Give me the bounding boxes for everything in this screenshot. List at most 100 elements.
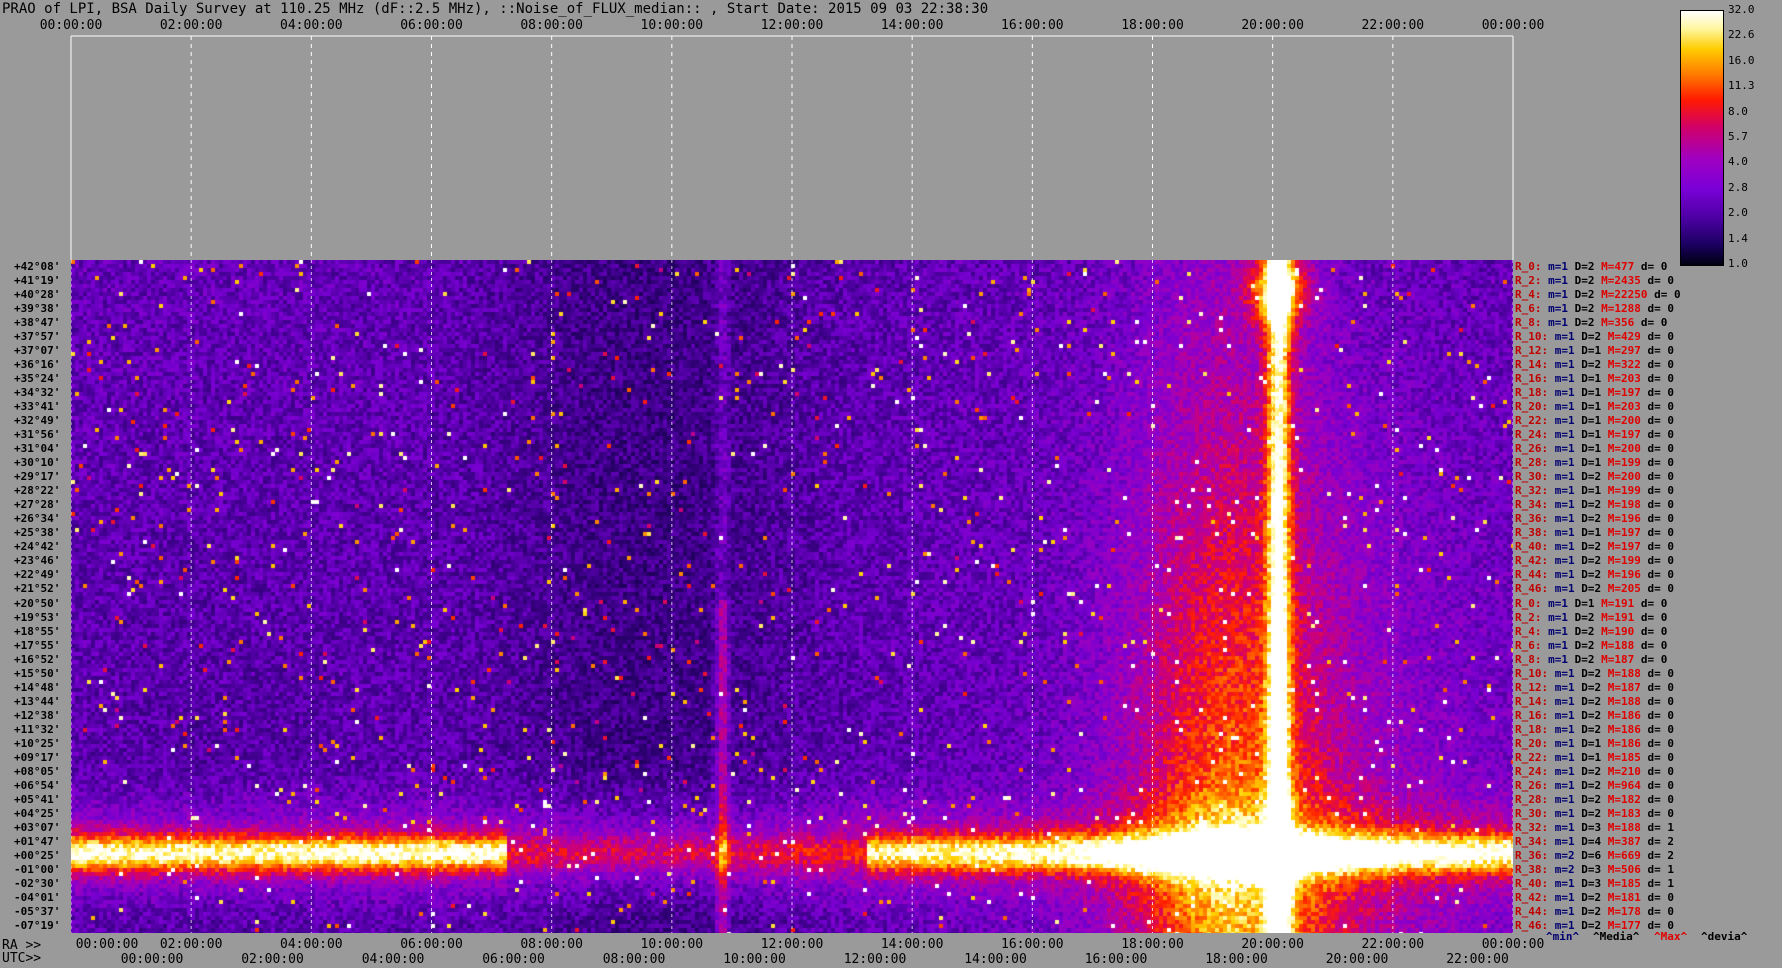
row-stat-m-max: M=181 <box>1607 890 1641 904</box>
row-stat-m: m=1 <box>1554 442 1575 456</box>
declination-label: +04°25' <box>14 806 61 820</box>
row-stat: R_26: m=1 D=2 M=964 d= 0 <box>1515 779 1674 792</box>
row-stat-m-max: M=186 <box>1607 736 1641 750</box>
declination-label: +39°38' <box>14 302 61 316</box>
row-stat-m: m=1 <box>1548 610 1568 624</box>
top-axis-tick: 12:00:00 <box>760 18 824 33</box>
row-stat: R_2: m=1 D=2 M=2435 d= 0 <box>1515 274 1674 287</box>
row-stat-r: R_38: <box>1515 526 1549 540</box>
colorbar-tick-label: 5.7 <box>1728 130 1748 143</box>
declination-label: +34°32' <box>14 386 61 400</box>
row-stat-d: d= 2 <box>1647 848 1675 862</box>
top-axis-tick: 20:00:00 <box>1241 18 1304 33</box>
row-stat-d: d= 0 <box>1647 890 1675 904</box>
colorbar-tick-label: 32.0 <box>1728 3 1755 16</box>
heatmap-plot <box>71 260 1513 933</box>
row-stat: R_4: m=1 D=2 M=190 d= 0 <box>1515 625 1667 638</box>
row-stat-d: D=2 <box>1581 778 1602 792</box>
row-stat-m-max: M=297 <box>1607 344 1641 358</box>
row-stat-m: m=1 <box>1554 344 1575 358</box>
row-stat-m: m=1 <box>1554 666 1575 680</box>
row-stat-d: d= 0 <box>1647 302 1675 316</box>
row-stat-d: D=3 <box>1581 876 1602 890</box>
row-stat-d: D=2 <box>1581 890 1602 904</box>
top-axis-tick: 00:00:00 <box>39 18 103 33</box>
row-stat-r: R_18: <box>1515 722 1549 736</box>
row-stat-d: d= 0 <box>1647 372 1675 386</box>
row-stat-d: D=2 <box>1581 904 1602 918</box>
row-stat-r: R_14: <box>1515 358 1549 372</box>
row-stat-m-max: M=178 <box>1607 904 1641 918</box>
row-stat-m: m=1 <box>1554 400 1575 414</box>
declination-label: +00°25' <box>14 848 61 862</box>
row-stat: R_2: m=1 D=2 M=191 d= 0 <box>1515 611 1667 624</box>
row-stat: R_38: m=1 D=1 M=197 d= 0 <box>1515 526 1674 539</box>
row-stat: R_6: m=1 D=2 M=188 d= 0 <box>1515 639 1667 652</box>
row-stat-m-max: M=187 <box>1601 652 1635 666</box>
row-stat-r: R_24: <box>1515 764 1549 778</box>
row-stat-m: m=1 <box>1554 834 1575 848</box>
row-stat-m-max: M=188 <box>1607 666 1641 680</box>
row-stat-d: D=1 <box>1581 414 1602 428</box>
declination-label: +40°28' <box>14 288 61 302</box>
row-stat: R_12: m=1 D=1 M=297 d= 0 <box>1515 344 1674 357</box>
top-axis-tick: 14:00:00 <box>880 18 944 33</box>
row-stat: R_12: m=1 D=2 M=187 d= 0 <box>1515 681 1674 694</box>
colorbar-tick-label: 2.0 <box>1728 206 1748 220</box>
row-stat-d: d= 1 <box>1647 876 1675 890</box>
row-stat-m-max: M=183 <box>1607 806 1641 820</box>
row-stat-r: R_16: <box>1515 708 1549 722</box>
declination-label: +13°44' <box>14 694 61 708</box>
row-stat: R_28: m=1 D=2 M=182 d= 0 <box>1515 793 1674 806</box>
utc-axis-tick: 06:00:00 <box>482 952 545 967</box>
row-stat-r: R_28: <box>1515 792 1549 806</box>
row-stat-m-max: M=186 <box>1607 708 1641 722</box>
row-stat-m-max: M=185 <box>1607 876 1641 890</box>
row-stat-m: m=1 <box>1548 652 1568 666</box>
row-stat-d: d= 0 <box>1647 806 1675 820</box>
row-stat-d: D=2 <box>1574 652 1595 666</box>
declination-label: +27°28' <box>14 498 61 512</box>
row-stat-r: R_30: <box>1515 806 1549 820</box>
utc-axis-tick: 14:00:00 <box>964 952 1027 967</box>
row-stat-m: m=1 <box>1548 274 1568 288</box>
row-stat-d: d= 0 <box>1647 680 1675 694</box>
row-stat-m: m=1 <box>1554 820 1575 834</box>
declination-label: +37°57' <box>14 330 61 344</box>
row-stat-m-max: M=1288 <box>1601 302 1641 316</box>
row-stat-d: D=1 <box>1581 526 1602 540</box>
row-stat-r: R_44: <box>1515 904 1549 918</box>
row-stat-d: D=2 <box>1574 274 1595 288</box>
row-stat-r: R_4: <box>1515 288 1542 302</box>
row-stat: R_8: m=1 D=2 M=187 d= 0 <box>1515 653 1667 666</box>
row-stat-m-max: M=196 <box>1607 568 1641 582</box>
row-stat-m: m=1 <box>1554 736 1575 750</box>
row-stat: R_42: m=1 D=2 M=199 d= 0 <box>1515 554 1674 567</box>
declination-label: +42°08' <box>14 260 61 273</box>
row-stat-m-max: M=200 <box>1607 442 1641 456</box>
row-stat-d: D=2 <box>1581 358 1602 372</box>
row-stat: R_30: m=1 D=2 M=183 d= 0 <box>1515 807 1674 820</box>
row-stat-d: d= 0 <box>1654 288 1681 302</box>
row-stat-d: d= 0 <box>1647 722 1675 736</box>
ra-axis-tick: 12:00:00 <box>760 937 824 952</box>
utc-axis-tick: 22:00:00 <box>1446 952 1509 967</box>
row-stat: R_14: m=1 D=2 M=322 d= 0 <box>1515 358 1674 371</box>
top-axis-tick: 18:00:00 <box>1121 18 1184 33</box>
row-stat-d: d= 0 <box>1647 512 1675 526</box>
declination-label: +05°41' <box>14 792 61 806</box>
row-stat: R_40: m=1 D=2 M=197 d= 0 <box>1515 540 1674 553</box>
row-stat-m: m=2 <box>1554 848 1575 862</box>
row-stat-r: R_32: <box>1515 484 1549 498</box>
row-stat-d: D=2 <box>1574 638 1595 652</box>
row-stat: R_0: m=1 D=1 M=191 d= 0 <box>1515 597 1667 610</box>
row-stat-r: R_46: <box>1515 582 1549 596</box>
row-stat-d: d= 0 <box>1647 484 1675 498</box>
row-stat: R_42: m=1 D=2 M=181 d= 0 <box>1515 891 1674 904</box>
row-stat-d: d= 0 <box>1640 610 1668 624</box>
row-stat-r: R_2: <box>1515 610 1542 624</box>
row-stat: R_16: m=1 D=2 M=186 d= 0 <box>1515 709 1674 722</box>
row-stat: R_36: m=2 D=6 M=669 d= 2 <box>1515 849 1674 862</box>
row-stat-d: D=2 <box>1581 708 1602 722</box>
row-stat-d: d= 0 <box>1647 540 1675 554</box>
